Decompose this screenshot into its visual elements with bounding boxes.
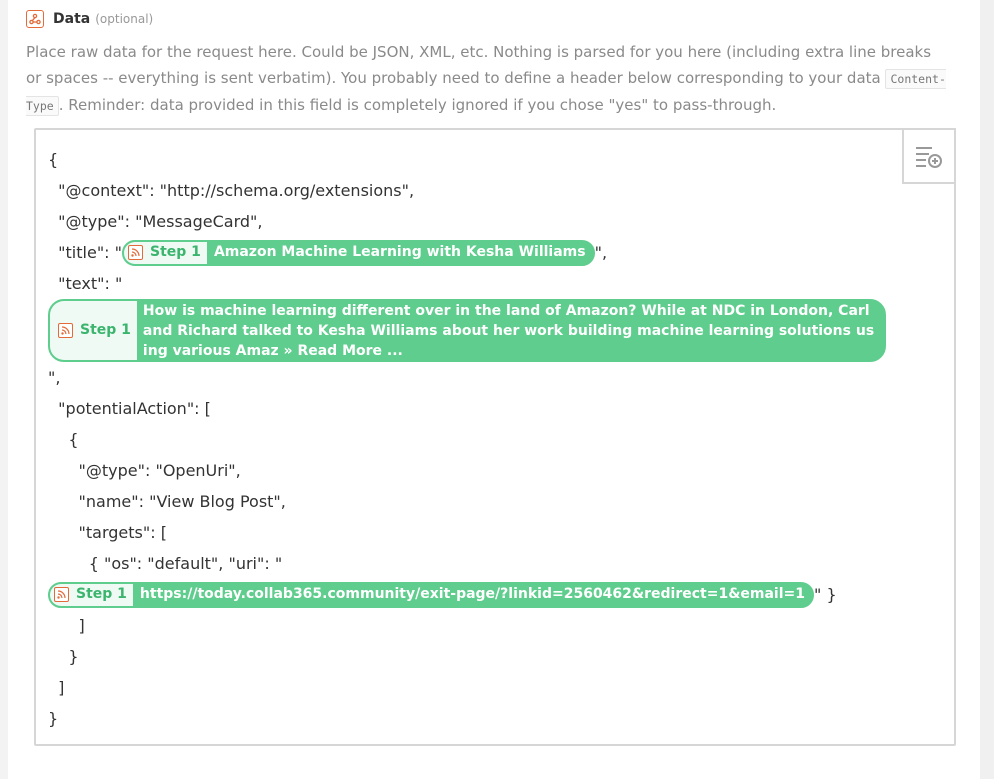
code-line: "text": " [48,274,123,293]
code-line: ] [48,678,65,697]
pill-value: https://today.collab365.community/exit-p… [139,586,806,602]
code-line: ", [48,368,61,387]
text-field-pill[interactable]: Step 1 How is machine learning different … [48,299,886,362]
webhook-icon [26,10,44,28]
uri-field-pill[interactable]: Step 1 https://today.collab365.community/… [48,581,815,608]
code-line: } [48,647,79,666]
pill-step-label: Step 1 [150,244,201,260]
code-line-uri: Step 1 https://today.collab365.community/… [48,579,908,610]
insert-data-button[interactable] [902,128,956,184]
code-line: "name": "View Blog Post", [48,492,286,511]
pill-step-label: Step 1 [80,322,131,338]
code-line: "potentialAction": [ [48,399,211,418]
pill-step: Step 1 [124,241,207,264]
rss-icon [58,323,73,338]
pill-step: Step 1 [50,301,137,360]
code-line-text: Step 1 How is machine learning different … [48,299,908,362]
code-line: "targets": [ [48,523,167,542]
field-label: Data [53,11,91,27]
code-line: "@type": "MessageCard", [48,212,263,231]
field-header: Data (optional) [26,8,153,30]
code-line: "@type": "OpenUri", [48,461,241,480]
code-line: { [48,150,59,169]
pill-value: Amazon Machine Learning with Kesha Willi… [213,244,586,260]
rss-icon [54,587,69,602]
code-text: "title": " [48,243,123,262]
code-line: "@context": "http://schema.org/extension… [48,181,415,200]
rss-icon [128,245,144,260]
help-text-before: Place raw data for the request here. Cou… [26,43,932,87]
code-text: " } [814,585,837,604]
code-line-title: "title": " Step 1 Amazon Machine Learning … [48,237,908,268]
help-text-after: . Reminder: data provided in this field … [58,96,777,114]
code-line: { "os": "default", "uri": " [48,554,283,573]
insert-field-icon [916,147,942,168]
pill-value: How is machine learning different over i… [142,302,875,359]
field-help-text: Place raw data for the request here. Cou… [26,39,951,119]
code-line: { [48,430,79,449]
pill-step: Step 1 [50,583,133,606]
title-field-pill[interactable]: Step 1 Amazon Machine Learning with Kesha… [122,239,595,266]
data-editor[interactable]: { "@context": "http://schema.org/extensi… [34,128,956,746]
optional-tag: (optional) [95,12,154,26]
code-line: } [48,709,59,728]
scroll-gutter [980,0,994,779]
pill-step-label: Step 1 [76,586,127,602]
code-line: ] [48,616,85,635]
code-content: { "@context": "http://schema.org/extensi… [48,144,908,734]
code-text: ", [594,243,608,262]
